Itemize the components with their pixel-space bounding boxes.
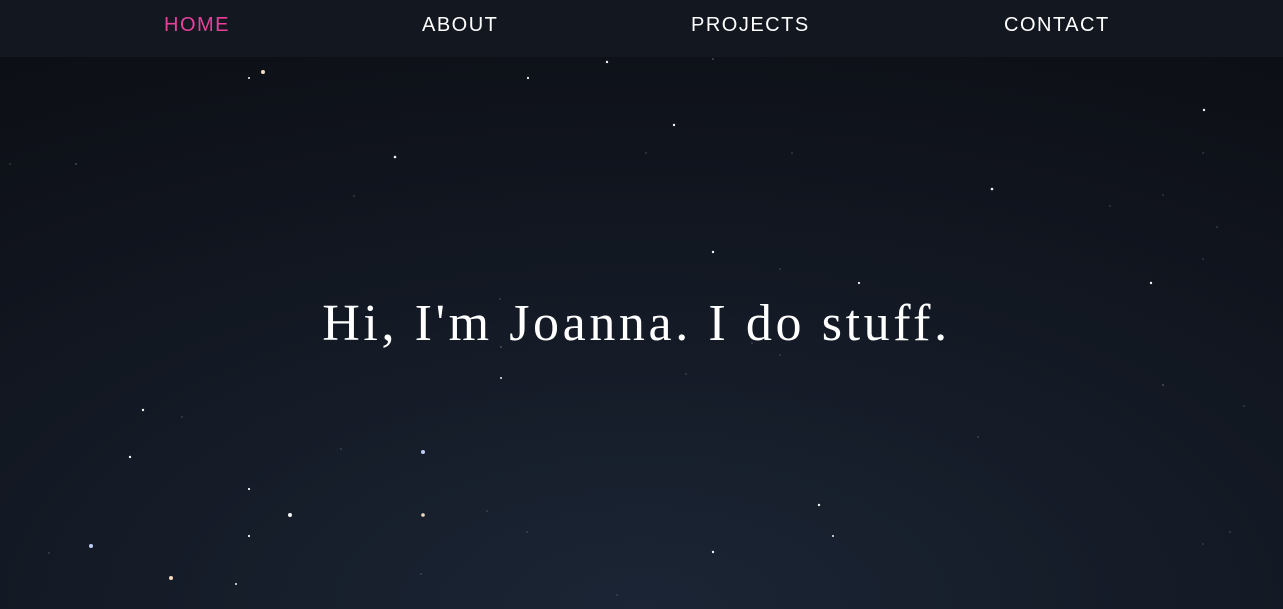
star-dot xyxy=(48,552,50,554)
star-dot xyxy=(1149,281,1153,285)
star-dot xyxy=(353,195,355,197)
star-dot xyxy=(9,163,11,165)
star-dot xyxy=(486,510,488,512)
star-dot xyxy=(1202,108,1206,112)
star-dot xyxy=(526,531,528,533)
star-dot xyxy=(1229,531,1231,533)
star-dot xyxy=(977,436,979,438)
star-dot xyxy=(288,513,292,517)
star-dot xyxy=(181,416,183,418)
star-dot xyxy=(1162,194,1164,196)
star-dot xyxy=(779,268,781,270)
star-dot xyxy=(247,534,251,538)
star-dot xyxy=(1243,405,1245,407)
star-dot xyxy=(420,573,422,575)
star-dot xyxy=(526,76,530,80)
star-dot xyxy=(857,281,861,285)
star-dot xyxy=(685,373,687,375)
star-dot xyxy=(1216,226,1218,228)
hero-headline: Hi, I'm Joanna. I do stuff. xyxy=(322,295,951,352)
star-dot xyxy=(605,60,609,64)
star-dot xyxy=(141,408,145,412)
star-dot xyxy=(712,58,714,60)
star-dot xyxy=(128,455,132,459)
top-navigation: HOME ABOUT PROJECTS CONTACT xyxy=(0,0,1283,57)
star-dot xyxy=(248,77,250,79)
star-dot xyxy=(791,152,793,154)
star-dot xyxy=(1202,258,1204,260)
star-dot xyxy=(817,503,821,507)
star-dot xyxy=(1162,384,1164,386)
star-dot xyxy=(672,123,676,127)
star-dot xyxy=(616,594,618,596)
star-dot xyxy=(421,513,425,517)
nav-link-contact[interactable]: CONTACT xyxy=(1004,13,1110,37)
star-dot xyxy=(393,155,397,159)
star-dot xyxy=(247,487,251,491)
nav-link-projects[interactable]: PROJECTS xyxy=(691,13,810,37)
hero-section: HOME ABOUT PROJECTS CONTACT Hi, I'm Joan… xyxy=(0,0,1283,609)
nav-link-about[interactable]: ABOUT xyxy=(422,13,498,37)
star-dot xyxy=(89,544,93,548)
star-dot xyxy=(261,70,265,74)
star-dot xyxy=(832,535,834,537)
star-dot xyxy=(1202,543,1204,545)
star-dot xyxy=(645,152,647,154)
nav-link-home[interactable]: HOME xyxy=(164,13,230,37)
star-dot xyxy=(711,550,715,554)
star-dot xyxy=(421,450,425,454)
star-dot xyxy=(1109,205,1111,207)
star-dot xyxy=(711,250,715,254)
star-dot xyxy=(235,583,237,585)
star-dot xyxy=(169,576,173,580)
star-dot xyxy=(340,448,342,450)
star-dot xyxy=(500,377,502,379)
star-dot xyxy=(75,163,77,165)
star-dot xyxy=(1202,152,1204,154)
star-dot xyxy=(990,187,994,191)
